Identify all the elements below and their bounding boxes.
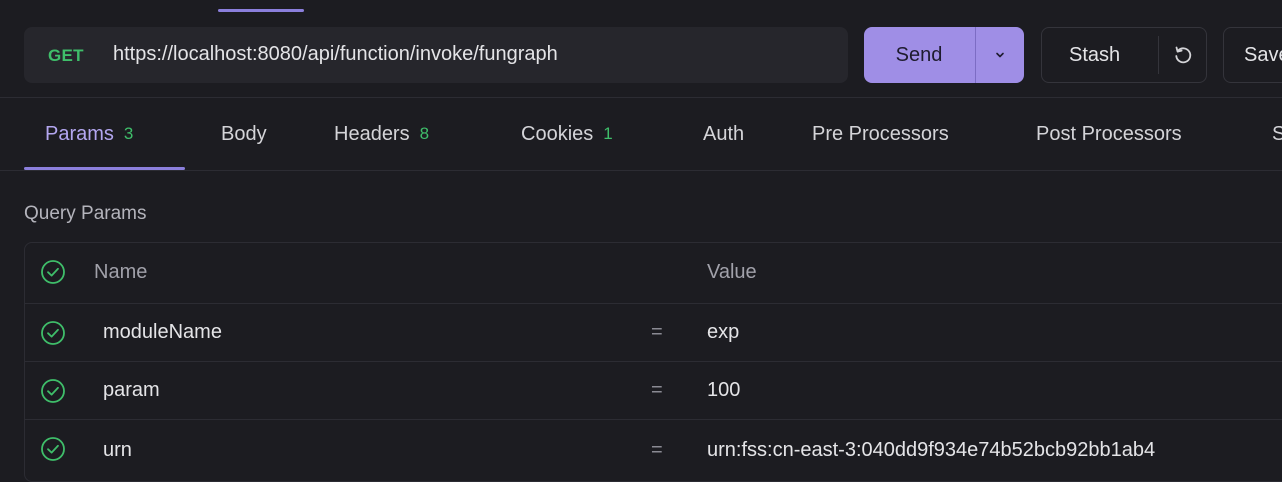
url-input[interactable]: https://localhost:8080/api/function/invo… [113, 43, 558, 66]
tab-pre-processors[interactable]: Pre Processors [812, 98, 949, 170]
send-button[interactable]: Send [864, 27, 1024, 83]
equals-sign: = [651, 379, 663, 401]
tab-count-badge: 1 [603, 124, 613, 143]
url-bar[interactable]: GET https://localhost:8080/api/function/… [24, 27, 848, 83]
enabled-checkbox-icon[interactable] [40, 320, 66, 346]
equals-sign: = [651, 321, 663, 343]
tab-settings[interactable]: Settings [1272, 98, 1282, 170]
chevron-down-icon [996, 52, 1004, 58]
tab-label: Cookies [521, 122, 594, 145]
tab-count-badge: 3 [123, 124, 134, 143]
tab-auth[interactable]: Auth [703, 98, 744, 170]
param-name-field[interactable]: urn [103, 439, 132, 462]
tab-label: Pre Processors [812, 122, 949, 145]
tab-post-processors[interactable]: Post Processors [1036, 98, 1182, 170]
send-button-label[interactable]: Send [864, 27, 974, 83]
tabs-divider [0, 170, 1282, 171]
column-header-value: Value [707, 261, 757, 283]
tab-label: Post Processors [1036, 122, 1182, 145]
table-row[interactable]: urn = urn:fss:cn-east-3:040dd9f934e74b52… [25, 420, 1282, 478]
reset-button[interactable] [1159, 28, 1206, 82]
save-button[interactable]: Save [1223, 27, 1282, 83]
table-row[interactable]: moduleName = exp [25, 304, 1282, 362]
query-params-table: Name Value moduleName = exp param = 100 … [24, 242, 1282, 482]
query-params-title: Query Params [24, 203, 147, 224]
stash-button[interactable]: Stash [1041, 27, 1207, 83]
tab-label: Headers [334, 122, 410, 145]
stash-button-label[interactable]: Stash [1069, 28, 1120, 82]
tab-headers[interactable]: Headers 8 [334, 98, 429, 170]
request-tabs: Params 3 Body Headers 8 Cookies 1 Auth P… [0, 98, 1282, 170]
save-button-label[interactable]: Save [1244, 28, 1282, 82]
enabled-checkbox-icon[interactable] [40, 436, 66, 462]
undo-icon [1174, 46, 1191, 64]
table-row[interactable]: param = 100 [25, 362, 1282, 420]
tab-label: Settings [1272, 122, 1282, 145]
param-value-field[interactable]: urn:fss:cn-east-3:040dd9f934e74b52bcb92b… [707, 439, 1155, 462]
tab-body[interactable]: Body [221, 98, 267, 170]
http-method[interactable]: GET [48, 46, 84, 66]
send-options-dropdown[interactable] [976, 27, 1024, 83]
param-name-field[interactable]: param [103, 379, 160, 402]
tab-cookies[interactable]: Cookies 1 [521, 98, 613, 170]
tab-count-badge: 8 [419, 124, 430, 143]
tab-label: Body [221, 122, 267, 145]
select-all-checkbox-icon[interactable] [40, 259, 66, 285]
param-value-field[interactable]: 100 [707, 379, 740, 402]
equals-sign: = [651, 439, 663, 461]
column-header-name: Name [94, 261, 148, 283]
tab-label: Params [45, 122, 114, 145]
tab-params[interactable]: Params 3 [45, 98, 133, 170]
param-name-field[interactable]: moduleName [103, 321, 222, 344]
tab-label: Auth [703, 122, 745, 145]
enabled-checkbox-icon[interactable] [40, 378, 66, 404]
table-header: Name Value [25, 243, 1282, 303]
active-request-tab-indicator [218, 9, 304, 12]
param-value-field[interactable]: exp [707, 321, 739, 344]
